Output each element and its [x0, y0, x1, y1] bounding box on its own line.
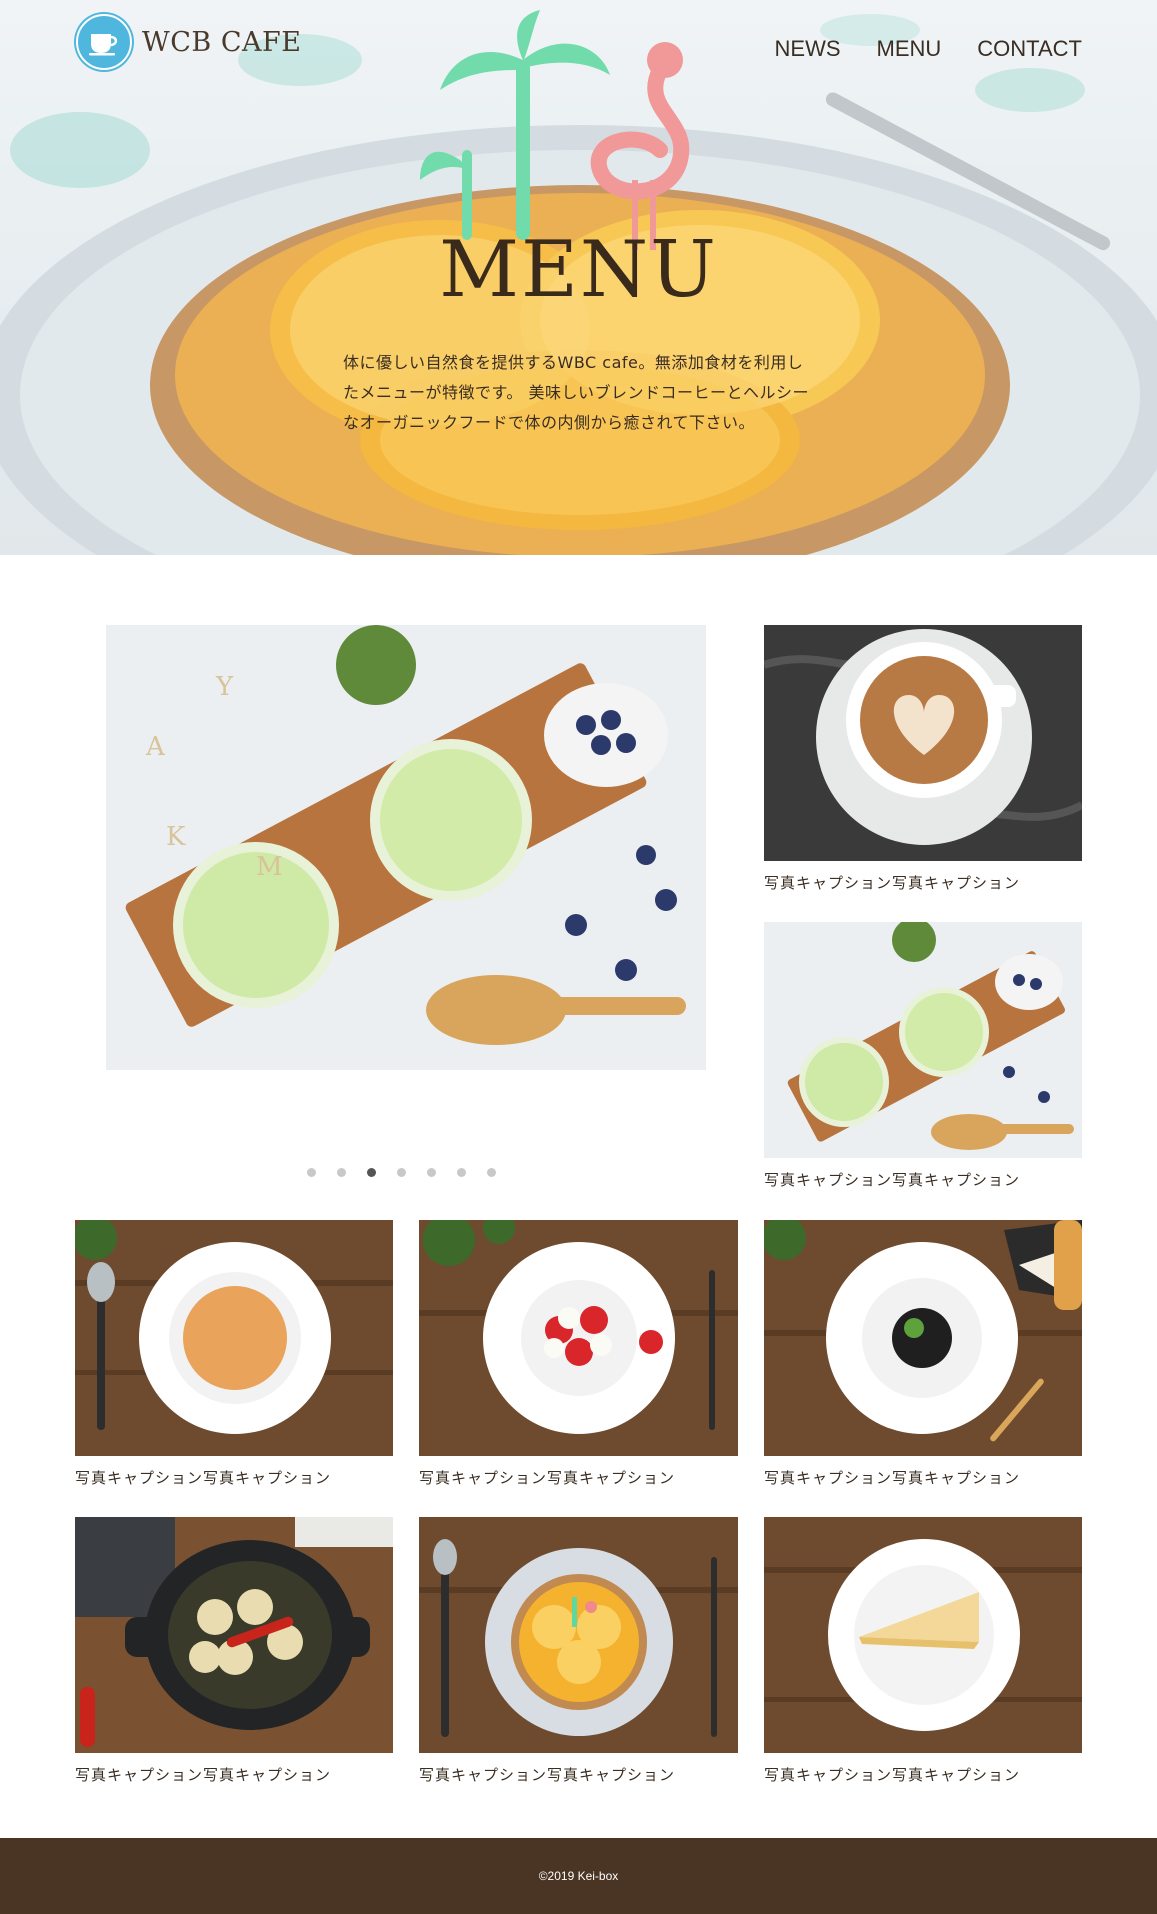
site-logo[interactable]: WCB CAFE	[76, 14, 301, 70]
copyright-text: ©2019 Kei-box	[538, 1869, 619, 1883]
side-caption-1: 写真キャプション写真キャプション	[764, 874, 1021, 892]
side-caption-2: 写真キャプション写真キャプション	[764, 1171, 1021, 1189]
nav-contact[interactable]: CONTACT	[977, 36, 1082, 62]
slider-dots	[307, 1168, 496, 1177]
slider-dot[interactable]	[457, 1168, 466, 1177]
side-photo-dessert[interactable]	[764, 922, 1082, 1158]
grid-photo-caprese[interactable]	[419, 1220, 738, 1456]
grid-photo-pasta[interactable]	[764, 1220, 1082, 1456]
slider-dot[interactable]	[487, 1168, 496, 1177]
main-nav: NEWS MENU CONTACT	[775, 36, 1082, 62]
svg-text:Y: Y	[215, 672, 234, 702]
svg-text:A: A	[145, 732, 166, 762]
grid-photo-orange-tart[interactable]	[419, 1517, 738, 1753]
grid-photo-soup[interactable]	[75, 1220, 393, 1456]
slider-main-image[interactable]: A Y M K	[106, 625, 706, 1070]
grid-caption-3: 写真キャプション写真キャプション	[764, 1469, 1021, 1487]
grid-photo-ajillo[interactable]	[75, 1517, 393, 1753]
hero-description: 体に優しい自然食を提供するWBC cafe。無添加食材を利用したメニューが特徴で…	[343, 353, 809, 432]
nav-news[interactable]: NEWS	[775, 36, 841, 62]
nav-menu[interactable]: MENU	[877, 36, 942, 62]
logo-text: WCB CAFE	[142, 26, 302, 58]
side-photo-coffee[interactable]	[764, 625, 1082, 861]
grid-caption-2: 写真キャプション写真キャプション	[419, 1469, 676, 1487]
grid-caption-5: 写真キャプション写真キャプション	[419, 1766, 676, 1784]
grid-caption-4: 写真キャプション写真キャプション	[75, 1766, 332, 1784]
slider-dot[interactable]	[397, 1168, 406, 1177]
slider-dot[interactable]	[307, 1168, 316, 1177]
slider-dot[interactable]	[427, 1168, 436, 1177]
svg-text:K: K	[166, 822, 186, 852]
svg-text:M: M	[256, 852, 283, 882]
grid-photo-cheesecake[interactable]	[764, 1517, 1082, 1753]
slider-dot-active[interactable]	[367, 1168, 376, 1177]
page-title: MENU	[439, 225, 718, 315]
grid-caption-1: 写真キャプション写真キャプション	[75, 1469, 332, 1487]
cafe-cup-icon	[76, 14, 132, 70]
slider-dot[interactable]	[337, 1168, 346, 1177]
hero-section: WCB CAFE NEWS MENU CONTACT MENU 体に優しい自然食…	[0, 0, 1157, 555]
grid-caption-6: 写真キャプション写真キャプション	[764, 1766, 1021, 1784]
site-footer: ©2019 Kei-box	[0, 1838, 1157, 1914]
